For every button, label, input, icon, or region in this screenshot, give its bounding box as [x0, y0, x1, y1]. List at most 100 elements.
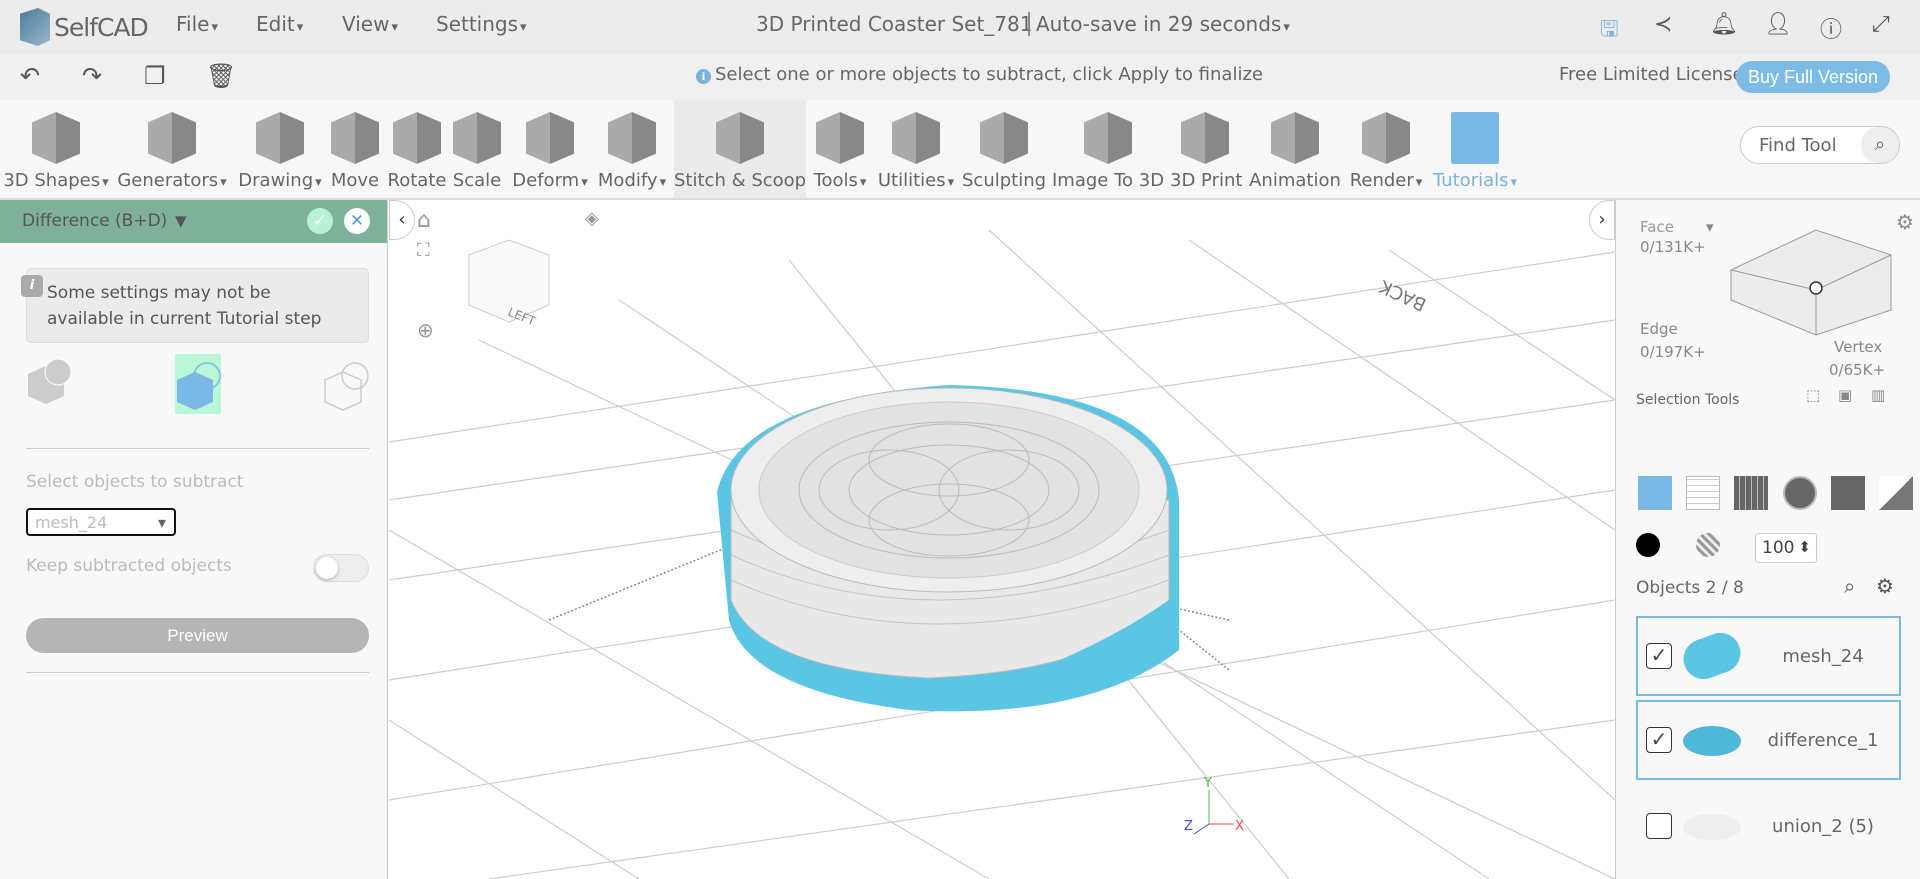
objects-count: Objects 2 / 8 [1636, 578, 1744, 598]
fullscreen-icon[interactable]: ⤢ [1872, 12, 1890, 37]
gear-icon[interactable]: ⚙ [1876, 574, 1894, 598]
select-add-icon[interactable]: ▣ [1838, 386, 1852, 404]
material-sphere-icon[interactable] [1696, 533, 1720, 557]
image-to-3d-icon [1084, 112, 1132, 164]
tool-animation[interactable]: Animation [1246, 100, 1344, 198]
tool-scale[interactable]: Scale [452, 100, 502, 198]
find-tool-placeholder: Find Tool [1759, 135, 1837, 156]
sculpting-icon [980, 112, 1028, 164]
tool-utilities[interactable]: Utilities [876, 100, 956, 198]
selection-mode-box-icon[interactable] [1726, 220, 1906, 340]
mesh-grid-icon[interactable] [1734, 476, 1768, 510]
object-name: mesh_24 [1782, 646, 1864, 667]
perspective-icon[interactable]: ◈ [585, 208, 599, 229]
object-checkbox[interactable]: ✓ [1646, 727, 1672, 753]
user-icon[interactable]: 👤︎ [1764, 12, 1792, 37]
object-list-item[interactable]: union_2 (5) [1636, 786, 1901, 866]
intersection-mode-icon[interactable] [323, 354, 369, 414]
tool-generators[interactable]: Generators [116, 100, 228, 198]
keep-subtracted-toggle[interactable] [313, 554, 369, 582]
info-icon: i [21, 275, 43, 297]
autosave-status[interactable]: Auto-save in 29 seconds [1028, 12, 1290, 36]
delete-icon[interactable]: 🗑︎ [206, 62, 236, 90]
license-label: Free Limited License [1559, 64, 1744, 85]
object-list-item[interactable]: ✓ mesh_24 [1636, 616, 1901, 696]
solid-select-icon[interactable] [1831, 476, 1865, 510]
select-all-icon[interactable]: ▥ [1871, 386, 1885, 404]
scene-canvas[interactable]: LEFT BACK Y X Z [389, 200, 1615, 879]
3d-print-icon [1181, 112, 1229, 164]
object-checkbox[interactable] [1646, 813, 1672, 839]
dropdown-arrow-icon[interactable]: ▼ [175, 212, 187, 230]
sphere-select-icon[interactable] [1783, 476, 1817, 510]
focus-icon[interactable]: ⛶ [417, 240, 430, 261]
tool-move[interactable]: Move [328, 100, 382, 198]
color-swatch[interactable] [1636, 533, 1660, 557]
info-icon[interactable]: ⓘ [1820, 12, 1842, 44]
menu-edit[interactable]: Edit [256, 12, 303, 36]
save-icon[interactable]: 🖫 [1600, 12, 1619, 50]
logo-text: SelfCAD [54, 12, 149, 42]
render-icon [1362, 112, 1410, 164]
orbit-icon[interactable]: ⊕ [417, 318, 434, 342]
move-icon [331, 112, 379, 164]
tool-sculpting[interactable]: Sculpting [962, 100, 1046, 198]
tool-3d-print[interactable]: 3D Print [1170, 100, 1242, 198]
home-icon[interactable]: ⌂ [417, 208, 431, 233]
tool-tutorials[interactable]: Tutorials [1430, 100, 1520, 198]
axis-y-label: Y [1203, 776, 1212, 791]
tool-rotate[interactable]: Rotate [386, 100, 448, 198]
menu-view[interactable]: View [342, 12, 398, 36]
plane-select-icon[interactable] [1879, 476, 1913, 510]
copy-icon[interactable]: ❐ [144, 62, 166, 90]
preview-button[interactable]: Preview [26, 618, 369, 653]
opacity-stepper[interactable]: 100 [1755, 533, 1817, 563]
view-cube[interactable]: LEFT [468, 239, 550, 329]
tool-stitch-scoop[interactable]: Stitch & Scoop [674, 100, 806, 198]
tool-3d-shapes[interactable]: 3D Shapes [2, 100, 110, 198]
tool-modify[interactable]: Modify [596, 100, 668, 198]
union-mode-icon[interactable] [26, 354, 72, 414]
subtract-object-select[interactable]: mesh_24 [26, 508, 176, 536]
3d-viewport[interactable]: LEFT BACK Y X Z ⌂ ⛶ ⊕ ◈ ‹ › [389, 200, 1615, 879]
vertex-mode-label[interactable]: Vertex [1834, 338, 1882, 356]
tool-image-to-3d[interactable]: Image To 3D [1052, 100, 1164, 198]
object-select-icon[interactable] [1638, 476, 1672, 510]
tools-icon [816, 112, 864, 164]
search-icon[interactable]: ⌕ [1844, 574, 1855, 598]
tool-label: Deform [506, 170, 594, 191]
project-title[interactable]: 3D Printed Coaster Set_781 [756, 12, 1032, 36]
share-icon[interactable]: ≺ [1654, 12, 1672, 37]
undo-icon[interactable]: ↶ [20, 62, 40, 90]
find-tool-input[interactable]: Find Tool ⌕ [1740, 126, 1900, 164]
face-dropdown-icon[interactable]: ▾ [1706, 218, 1714, 236]
face-count: 0/131K+ [1640, 238, 1706, 256]
edge-mode-label[interactable]: Edge [1640, 320, 1678, 338]
difference-mode-icon[interactable] [175, 354, 221, 414]
buy-full-version-button[interactable]: Buy Full Version [1736, 61, 1890, 93]
face-mode-label[interactable]: Face [1640, 218, 1674, 236]
object-thumbnail [1683, 726, 1741, 756]
apply-check-icon[interactable]: ✓ [307, 208, 333, 234]
tool-drawing[interactable]: Drawing [234, 100, 326, 198]
coaster-model [717, 385, 1179, 712]
drawing-icon [256, 112, 304, 164]
opacity-value: 100 [1762, 538, 1795, 558]
tutorial-note: i Some settings may not be available in c… [21, 268, 369, 343]
menu-settings[interactable]: Settings [436, 12, 527, 36]
generator-icon [148, 112, 196, 164]
object-list-item[interactable]: ✓ difference_1 [1636, 700, 1901, 780]
object-checkbox[interactable]: ✓ [1646, 643, 1672, 669]
tool-render[interactable]: Render [1348, 100, 1424, 198]
tool-label: Utilities [876, 170, 956, 191]
face-grid-icon[interactable] [1686, 476, 1720, 510]
tool-deform[interactable]: Deform [506, 100, 594, 198]
cancel-close-icon[interactable]: ✕ [344, 208, 370, 234]
bell-icon[interactable]: 🔔︎ [1710, 12, 1738, 37]
menu-file[interactable]: File [176, 12, 218, 36]
tool-tools[interactable]: Tools [808, 100, 872, 198]
redo-icon[interactable]: ↷ [82, 62, 102, 90]
selfcad-logo[interactable]: SelfCAD [20, 8, 149, 46]
search-icon[interactable]: ⌕ [1861, 127, 1899, 163]
box-select-icon[interactable]: ⬚ [1806, 386, 1820, 404]
